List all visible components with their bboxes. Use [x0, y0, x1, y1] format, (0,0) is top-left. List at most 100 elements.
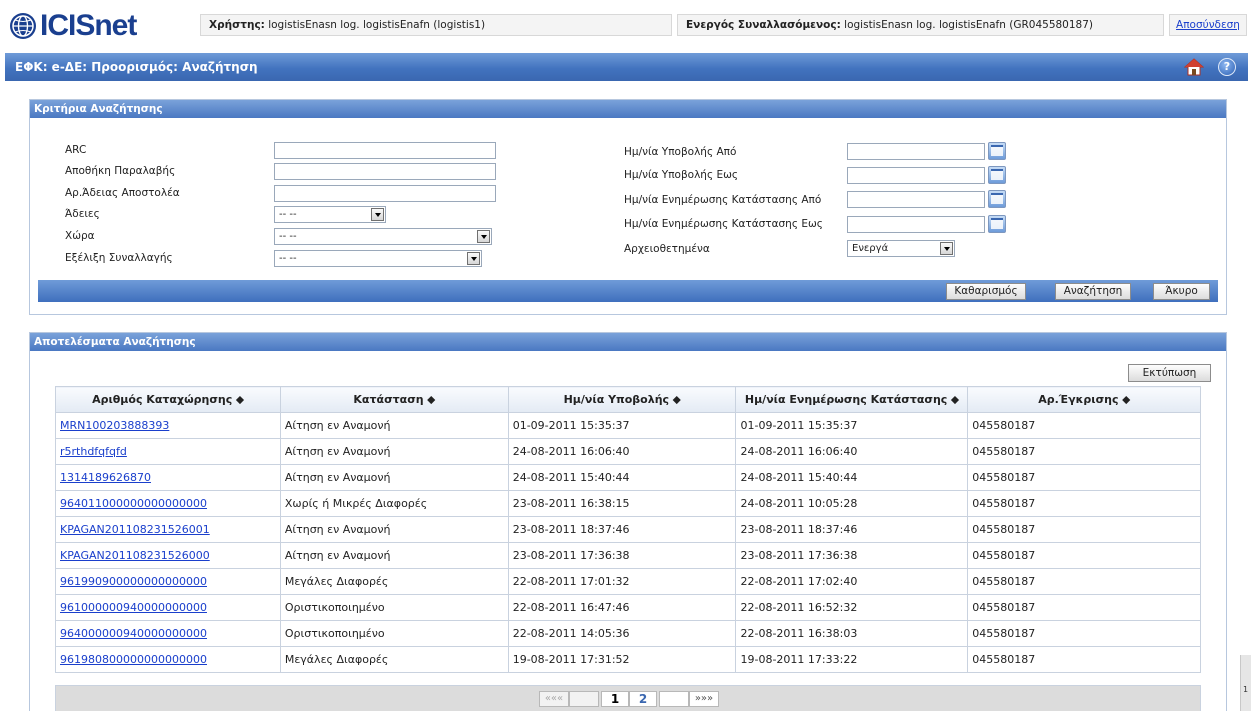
- user-label: Χρήστης:: [209, 19, 265, 31]
- pager-last-button[interactable]: »»»: [689, 691, 719, 707]
- licenses-select[interactable]: -- --: [274, 206, 386, 223]
- cell-submission-date: 23-08-2011 16:38:15: [507, 490, 737, 517]
- cell-status-update-date: 23-08-2011 17:36:38: [735, 542, 969, 569]
- cell-approval-number: 045580187: [967, 594, 1201, 621]
- progress-label: Εξέλιξη Συναλλαγής: [65, 252, 173, 264]
- calendar-icon[interactable]: [988, 190, 1006, 208]
- archived-select-value: Ενεργά: [852, 243, 889, 254]
- cell-status: Αίτηση εν Αναμονή: [279, 412, 509, 439]
- registration-link[interactable]: 961990900000000000000: [60, 575, 207, 588]
- cell-approval-number: 045580187: [967, 490, 1201, 517]
- submit-from-input[interactable]: [847, 143, 985, 160]
- table-row: 964011000000000000000 Χωρίς ή Μικρές Δια…: [55, 490, 1201, 517]
- status-from-label: Ημ/νία Ενημέρωσης Κατάστασης Από: [624, 194, 822, 206]
- cell-status-update-date: 24-08-2011 16:06:40: [735, 438, 969, 465]
- pager-first-button[interactable]: «««: [539, 691, 569, 707]
- scrollbar[interactable]: 1: [1240, 655, 1251, 711]
- country-select[interactable]: -- --: [274, 228, 492, 245]
- sender-license-input[interactable]: [274, 185, 496, 202]
- search-button[interactable]: Αναζήτηση: [1055, 283, 1131, 300]
- search-results-panel: Αποτελέσματα Αναζήτησης Εκτύπωση Αριθμός…: [29, 332, 1227, 711]
- logo-text: ICISnet: [40, 9, 137, 42]
- country-select-value: -- --: [279, 231, 297, 242]
- registration-link[interactable]: 1314189626870: [60, 471, 151, 484]
- warehouse-input[interactable]: [274, 163, 496, 180]
- registration-link[interactable]: 964011000000000000000: [60, 497, 207, 510]
- chevron-down-icon: [477, 230, 490, 243]
- cell-status-update-date: 01-09-2011 15:35:37: [735, 412, 969, 439]
- table-row: KPAGAN201108231526001 Αίτηση εν Αναμονή …: [55, 516, 1201, 543]
- registration-link[interactable]: r5rthdfqfqfd: [60, 445, 127, 458]
- cell-status-update-date: 23-08-2011 18:37:46: [735, 516, 969, 543]
- cell-registration-number: r5rthdfqfqfd: [55, 438, 281, 465]
- home-icon[interactable]: [1184, 57, 1204, 77]
- registration-link[interactable]: MRN100203888393: [60, 419, 169, 432]
- column-header-submission-date[interactable]: Ημ/νία Υποβολής ⬥: [507, 386, 737, 413]
- cell-submission-date: 23-08-2011 17:36:38: [507, 542, 737, 569]
- registration-link[interactable]: KPAGAN201108231526001: [60, 523, 210, 536]
- column-header-status-update-date[interactable]: Ημ/νία Ενημέρωσης Κατάστασης ⬥: [735, 386, 969, 413]
- registration-link[interactable]: KPAGAN201108231526000: [60, 549, 210, 562]
- clear-button[interactable]: Καθαρισμός: [946, 283, 1026, 300]
- country-label: Χώρα: [65, 230, 95, 242]
- licenses-label: Άδειες: [65, 208, 100, 220]
- cell-approval-number: 045580187: [967, 620, 1201, 647]
- column-header-status[interactable]: Κατάσταση ⬥: [279, 386, 509, 413]
- cell-registration-number: 964011000000000000000: [55, 490, 281, 517]
- cell-registration-number: MRN100203888393: [55, 412, 281, 439]
- help-icon[interactable]: ?: [1218, 58, 1236, 76]
- logout-link[interactable]: Αποσύνδεση: [1169, 14, 1247, 36]
- archived-select[interactable]: Ενεργά: [847, 240, 955, 257]
- registration-link[interactable]: 961000000940000000000: [60, 601, 207, 614]
- column-header-registration-number[interactable]: Αριθμός Καταχώρησης ⬥: [55, 386, 281, 413]
- cell-submission-date: 24-08-2011 16:06:40: [507, 438, 737, 465]
- cell-status: Αίτηση εν Αναμονή: [279, 438, 509, 465]
- progress-select-value: -- --: [279, 253, 297, 264]
- cell-status-update-date: 22-08-2011 16:38:03: [735, 620, 969, 647]
- column-header-approval-number[interactable]: Αρ.Έγκρισης ⬥: [967, 386, 1201, 413]
- table-row: r5rthdfqfqfd Αίτηση εν Αναμονή 24-08-201…: [55, 438, 1201, 465]
- cell-submission-date: 19-08-2011 17:31:52: [507, 646, 737, 673]
- status-to-input[interactable]: [847, 216, 985, 233]
- cell-submission-date: 22-08-2011 17:01:32: [507, 568, 737, 595]
- cell-status-update-date: 22-08-2011 16:52:32: [735, 594, 969, 621]
- trader-label: Ενεργός Συναλλασόμενος:: [686, 19, 841, 31]
- pager-prev-button[interactable]: [569, 691, 599, 707]
- user-value: logistisEnasn log. logistisEnafn (logist…: [268, 19, 486, 31]
- licenses-select-value: -- --: [279, 209, 297, 220]
- cell-registration-number: KPAGAN201108231526000: [55, 542, 281, 569]
- print-button[interactable]: Εκτύπωση: [1128, 364, 1211, 382]
- cancel-button[interactable]: Άκυρο: [1153, 283, 1210, 300]
- table-row: 961990900000000000000 Μεγάλες Διαφορές 2…: [55, 568, 1201, 595]
- pager-next-button[interactable]: [659, 691, 689, 707]
- calendar-icon[interactable]: [988, 215, 1006, 233]
- registration-link[interactable]: 961980800000000000000: [60, 653, 207, 666]
- table-row: KPAGAN201108231526000 Αίτηση εν Αναμονή …: [55, 542, 1201, 569]
- arc-input[interactable]: [274, 142, 496, 159]
- registration-link[interactable]: 964000000940000000000: [60, 627, 207, 640]
- cell-status-update-date: 24-08-2011 10:05:28: [735, 490, 969, 517]
- cell-approval-number: 045580187: [967, 412, 1201, 439]
- criteria-heading: Κριτήρια Αναζήτησης: [30, 100, 1226, 118]
- calendar-icon[interactable]: [988, 166, 1006, 184]
- cell-status: Αίτηση εν Αναμονή: [279, 516, 509, 543]
- calendar-icon[interactable]: [988, 142, 1006, 160]
- arc-label: ARC: [65, 144, 87, 156]
- progress-select[interactable]: -- --: [274, 250, 482, 267]
- table-row: 964000000940000000000 Οριστικοποιημένο 2…: [55, 620, 1201, 647]
- status-from-input[interactable]: [847, 191, 985, 208]
- cell-submission-date: 22-08-2011 16:47:46: [507, 594, 737, 621]
- globe-icon: [10, 13, 36, 39]
- pager-page-1[interactable]: 1: [601, 691, 629, 707]
- warehouse-label: Αποθήκη Παραλαβής: [65, 165, 176, 177]
- submit-to-input[interactable]: [847, 167, 985, 184]
- cell-approval-number: 045580187: [967, 568, 1201, 595]
- pager-page-2[interactable]: 2: [629, 691, 657, 707]
- cell-status-update-date: 19-08-2011 17:33:22: [735, 646, 969, 673]
- chevron-down-icon: [467, 252, 480, 265]
- cell-registration-number: KPAGAN201108231526001: [55, 516, 281, 543]
- cell-approval-number: 045580187: [967, 542, 1201, 569]
- table-row: 961000000940000000000 Οριστικοποιημένο 2…: [55, 594, 1201, 621]
- cell-registration-number: 964000000940000000000: [55, 620, 281, 647]
- cell-approval-number: 045580187: [967, 438, 1201, 465]
